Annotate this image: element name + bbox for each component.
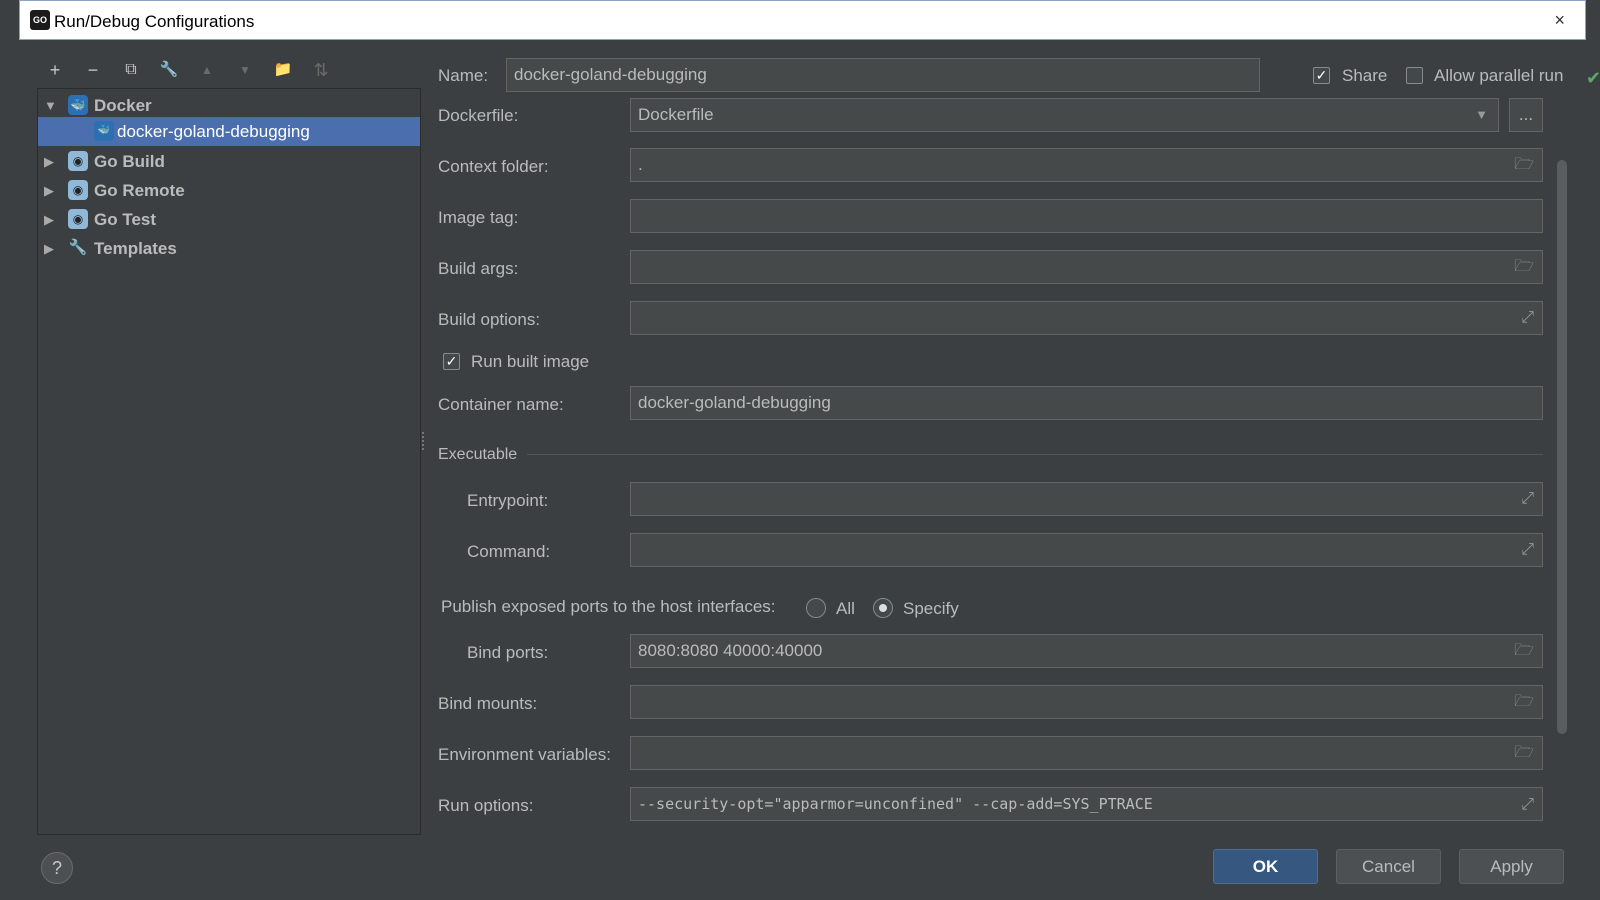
tree-item-label: Go Remote: [94, 181, 185, 200]
command-field[interactable]: ⤢: [630, 533, 1543, 567]
window-title: Run/Debug Configurations: [54, 12, 255, 31]
expand-icon[interactable]: ⤢: [1521, 302, 1534, 334]
edit-defaults-wrench-icon[interactable]: 🔧: [156, 58, 182, 82]
entrypoint-field[interactable]: ⤢: [630, 482, 1543, 516]
build-options-field[interactable]: ⤢: [630, 301, 1543, 335]
publish-all-radio[interactable]: [806, 598, 826, 618]
copy-configuration-button[interactable]: ⧉: [118, 58, 144, 82]
collapse-arrow-icon[interactable]: ▶: [44, 147, 54, 176]
publish-specify-radio[interactable]: [873, 598, 893, 618]
tree-item-templates[interactable]: ▶ 🔧 Templates: [38, 234, 420, 263]
container-name-field[interactable]: docker-goland-debugging: [630, 386, 1543, 420]
goland-logo-icon: GO: [30, 10, 50, 30]
folder-icon[interactable]: 🗁: [1514, 686, 1534, 718]
docker-icon: 🐳: [68, 95, 88, 115]
background-window-edge: [0, 0, 19, 900]
image-tag-field[interactable]: [630, 199, 1543, 233]
tree-item-label: Go Build: [94, 152, 165, 171]
collapse-arrow-icon[interactable]: ▶: [44, 176, 54, 205]
form-scrollbar[interactable]: [1557, 160, 1567, 734]
new-folder-button[interactable]: 📁: [270, 58, 296, 82]
dockerfile-browse-button[interactable]: ...: [1509, 98, 1543, 132]
run-built-image-label: Run built image: [471, 352, 590, 371]
allow-parallel-run-checkbox[interactable]: [1406, 67, 1423, 84]
tree-item-go-remote[interactable]: ▶ ◉ Go Remote: [38, 176, 420, 205]
move-down-button[interactable]: ▼: [232, 58, 258, 82]
wrench-icon: 🔧: [68, 239, 88, 256]
docker-config-icon: 🐳: [94, 121, 114, 141]
environment-variables-field[interactable]: 🗁: [630, 736, 1543, 770]
apply-button[interactable]: Apply: [1459, 849, 1564, 884]
bind-ports-label: Bind ports:: [467, 643, 549, 662]
entrypoint-label: Entrypoint:: [467, 491, 549, 510]
command-label: Command:: [467, 542, 551, 561]
run-options-field[interactable]: --security-opt="apparmor=unconfined" --c…: [630, 787, 1543, 821]
folder-icon[interactable]: 🗁: [1514, 149, 1534, 181]
bind-mounts-label: Bind mounts:: [438, 694, 538, 713]
publish-all-label: All: [836, 599, 855, 618]
run-built-image-checkbox[interactable]: ✓: [443, 353, 460, 370]
name-label: Name:: [438, 66, 489, 85]
bind-ports-value: 8080:8080 40000:40000: [638, 641, 823, 660]
build-options-label: Build options:: [438, 310, 541, 329]
expand-icon[interactable]: ⤢: [1521, 534, 1534, 566]
run-options-value: --security-opt="apparmor=unconfined" --c…: [638, 795, 1153, 813]
bind-ports-field[interactable]: 8080:8080 40000:40000 🗁: [630, 634, 1543, 668]
expand-icon[interactable]: ⤢: [1521, 788, 1534, 820]
collapse-arrow-icon[interactable]: ▶: [44, 234, 54, 263]
name-field[interactable]: docker-goland-debugging: [506, 58, 1260, 92]
dockerfile-value: Dockerfile: [638, 105, 714, 124]
tree-item-label: Templates: [94, 239, 177, 258]
gopher-icon: ◉: [68, 151, 88, 171]
tree-item-label: Docker: [94, 96, 152, 115]
executable-section-title: Executable: [438, 446, 518, 463]
help-button[interactable]: ?: [41, 852, 73, 884]
context-folder-value: .: [638, 155, 643, 174]
build-args-field[interactable]: 🗁: [630, 250, 1543, 284]
gopher-test-icon: ◉: [68, 209, 88, 229]
publish-specify-label: Specify: [903, 599, 959, 618]
add-configuration-button[interactable]: +: [42, 58, 68, 82]
tree-item-label: docker-goland-debugging: [117, 122, 310, 141]
run-options-label: Run options:: [438, 796, 534, 815]
share-checkbox[interactable]: ✓: [1313, 67, 1330, 84]
image-tag-label: Image tag:: [438, 208, 519, 227]
tree-item-docker[interactable]: ▼ 🐳 Docker: [38, 91, 420, 120]
expand-arrow-icon[interactable]: ▼: [44, 91, 57, 120]
tree-item-go-build[interactable]: ▶ ◉ Go Build: [38, 147, 420, 176]
share-label: Share: [1342, 66, 1388, 85]
tree-item-docker-goland-debugging[interactable]: 🐳 docker-goland-debugging: [38, 117, 420, 146]
remove-configuration-button[interactable]: −: [80, 58, 106, 82]
title-bar: GO Run/Debug Configurations ×: [19, 0, 1586, 40]
gopher-remote-icon: ◉: [68, 180, 88, 200]
chevron-down-icon[interactable]: ▼: [1475, 99, 1488, 131]
dockerfile-select[interactable]: Dockerfile ▼: [630, 98, 1499, 132]
section-divider: [527, 454, 1543, 455]
folder-icon[interactable]: 🗁: [1514, 737, 1534, 769]
background-window-edge-right: [1586, 0, 1600, 900]
status-check-icon: ✔: [1586, 68, 1600, 88]
ok-button[interactable]: OK: [1213, 849, 1318, 884]
close-icon[interactable]: ×: [1554, 10, 1565, 31]
dockerfile-label: Dockerfile:: [438, 106, 519, 125]
container-name-label: Container name:: [438, 395, 564, 414]
move-up-button[interactable]: ▲: [194, 58, 220, 82]
panel-splitter-handle[interactable]: [421, 430, 425, 454]
build-args-label: Build args:: [438, 259, 519, 278]
folder-icon[interactable]: 🗁: [1514, 251, 1534, 283]
publish-ports-label: Publish exposed ports to the host interf…: [441, 597, 776, 616]
folder-icon[interactable]: 🗁: [1514, 635, 1534, 667]
tree-item-go-test[interactable]: ▶ ◉ Go Test: [38, 205, 420, 234]
expand-icon[interactable]: ⤢: [1521, 483, 1534, 515]
allow-parallel-run-label: Allow parallel run: [1434, 66, 1564, 85]
configuration-tree: ▼ 🐳 Docker 🐳 docker-goland-debugging ▶ ◉…: [37, 88, 421, 835]
environment-variables-label: Environment variables:: [438, 745, 611, 764]
cancel-button[interactable]: Cancel: [1336, 849, 1441, 884]
tree-item-label: Go Test: [94, 210, 157, 229]
collapse-arrow-icon[interactable]: ▶: [44, 205, 54, 234]
context-folder-field[interactable]: . 🗁: [630, 148, 1543, 182]
context-folder-label: Context folder:: [438, 157, 549, 176]
bind-mounts-field[interactable]: 🗁: [630, 685, 1543, 719]
sort-button[interactable]: ⇅: [308, 58, 334, 82]
